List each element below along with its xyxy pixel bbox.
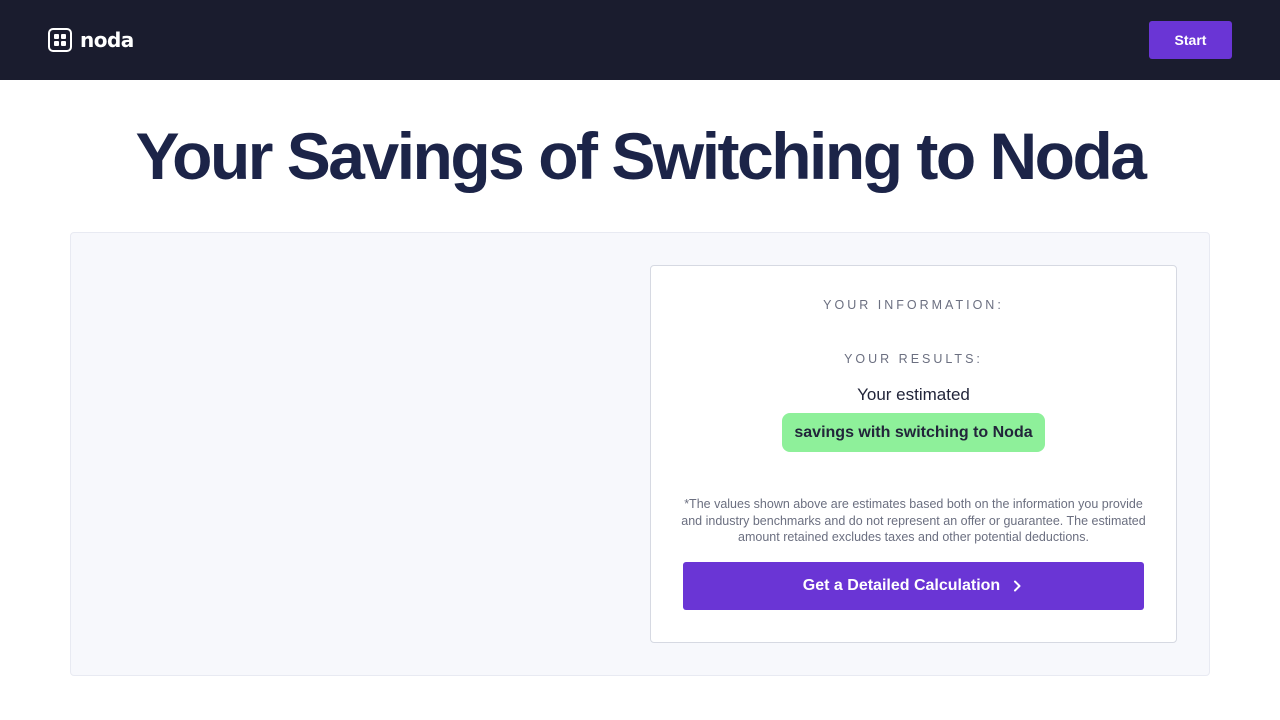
logo-text: noda bbox=[80, 28, 134, 52]
savings-badge: savings with switching to Noda bbox=[782, 413, 1045, 452]
top-navbar: noda Start bbox=[0, 0, 1280, 80]
noda-logo[interactable]: noda bbox=[48, 27, 134, 53]
noda-logo-icon bbox=[48, 28, 72, 52]
results-card: YOUR INFORMATION: YOUR RESULTS: Your est… bbox=[650, 265, 1177, 643]
cta-label: Get a Detailed Calculation bbox=[802, 577, 1001, 594]
chevron-right-icon bbox=[1014, 580, 1021, 592]
page-title: Your Savings of Switching to Noda bbox=[135, 119, 1147, 193]
your-results-label: YOUR RESULTS: bbox=[844, 352, 983, 366]
your-information-label: YOUR INFORMATION: bbox=[823, 298, 1004, 312]
disclaimer-text: *The values shown above are estimates ba… bbox=[681, 497, 1146, 544]
start-button[interactable]: Start bbox=[1149, 21, 1232, 59]
get-detailed-calculation-button[interactable]: Get a Detailed Calculation bbox=[683, 562, 1144, 610]
estimated-text: Your estimated bbox=[857, 385, 970, 404]
